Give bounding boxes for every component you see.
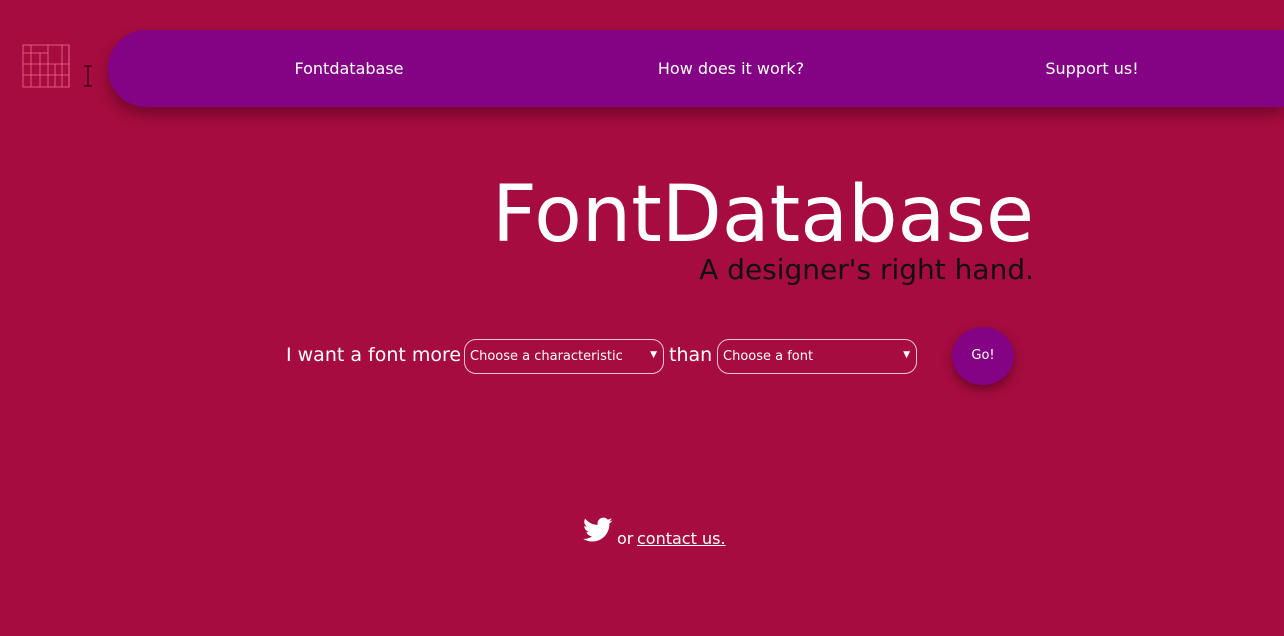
nav-link-fontdatabase[interactable]: Fontdatabase — [294, 30, 403, 107]
search-prefix-text: I want a font more — [286, 344, 462, 366]
logo-link[interactable] — [22, 44, 94, 88]
nav-link-how-it-works[interactable]: How does it work? — [658, 30, 804, 107]
characteristic-select[interactable]: Choose a characteristic ▼ — [464, 339, 664, 374]
font-select-value: Choose a font — [723, 349, 814, 364]
dropdown-arrow-icon: ▼ — [903, 350, 910, 360]
fd-logo-icon — [22, 44, 92, 88]
font-select[interactable]: Choose a font ▼ — [717, 339, 917, 374]
go-button[interactable]: Go! — [952, 327, 1014, 385]
hero-subtitle: A designer's right hand. — [699, 253, 1034, 286]
footer-or-text: or — [617, 529, 634, 548]
page: Fontdatabase How does it work? Support u… — [0, 0, 1284, 636]
twitter-bird-icon — [583, 517, 613, 542]
nav-link-support-us[interactable]: Support us! — [1045, 30, 1138, 107]
top-navbar: Fontdatabase How does it work? Support u… — [108, 30, 1284, 107]
twitter-link[interactable] — [583, 516, 613, 544]
search-connector-text: than — [669, 344, 713, 366]
characteristic-select-value: Choose a characteristic — [470, 349, 623, 364]
dropdown-arrow-icon: ▼ — [650, 350, 657, 360]
contact-us-link[interactable]: contact us. — [637, 528, 726, 550]
